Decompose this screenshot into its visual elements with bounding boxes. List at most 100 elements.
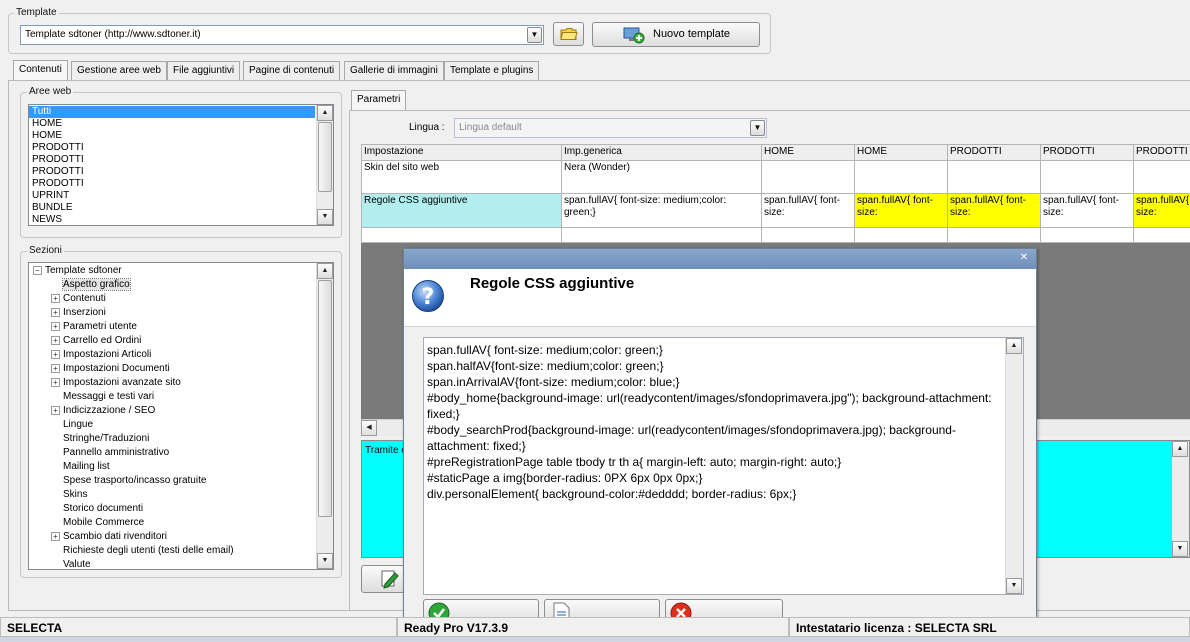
scroll-down-icon[interactable]: ▼ <box>1006 578 1022 594</box>
scroll-thumb[interactable] <box>318 280 332 517</box>
tree-item[interactable]: + Carrello ed Ordini <box>51 334 141 348</box>
scroll-thumb[interactable] <box>318 122 332 192</box>
expand-icon[interactable]: + <box>51 307 60 317</box>
edit-button[interactable] <box>361 565 405 593</box>
tab-pagine-di-contenuti[interactable]: Pagine di contenuti <box>243 61 341 80</box>
tab-file-aggiuntivi[interactable]: File aggiuntivi <box>167 61 241 80</box>
tree-root[interactable]: − Template sdtoner <box>33 264 122 278</box>
grid-cell[interactable]: span.fullAV{ font-size: <box>1133 193 1190 228</box>
column-header[interactable]: PRODOTTI <box>947 144 1041 161</box>
tree-item[interactable]: Valute <box>51 558 91 569</box>
tree-item[interactable]: + Parametri utente <box>51 320 137 334</box>
aree-web-scrollbar[interactable]: ▲ ▼ <box>316 105 333 225</box>
grid-cell[interactable]: span.fullAV{ font-size: <box>1040 193 1134 228</box>
expand-icon[interactable]: + <box>51 405 60 415</box>
scroll-down-icon[interactable]: ▼ <box>317 209 333 225</box>
grid-cell[interactable] <box>1133 160 1190 194</box>
expand-icon[interactable]: + <box>51 531 60 541</box>
tab-contenuti[interactable]: Contenuti <box>13 60 68 81</box>
column-header[interactable]: PRODOTTI <box>1040 144 1134 161</box>
collapse-icon[interactable]: − <box>33 265 42 275</box>
css-editor[interactable]: span.fullAV{ font-size: medium;color: gr… <box>423 337 1024 595</box>
tab-gallerie-di-immagini[interactable]: Gallerie di immagini <box>344 61 444 80</box>
scroll-up-icon[interactable]: ▲ <box>1006 338 1022 354</box>
column-header[interactable]: HOME <box>854 144 948 161</box>
list-item[interactable]: HOME <box>29 118 315 130</box>
tree-item[interactable]: + Impostazioni avanzate sito <box>51 376 181 390</box>
tree-item[interactable]: Stringhe/Traduzioni <box>51 432 149 446</box>
list-item[interactable]: NEWS <box>29 214 315 225</box>
tree-item[interactable]: Aspetto grafico <box>51 278 131 292</box>
sezioni-scrollbar[interactable]: ▲ ▼ <box>316 263 333 569</box>
expand-icon[interactable]: + <box>51 293 60 303</box>
tab-parametri[interactable]: Parametri <box>351 90 407 111</box>
expand-icon[interactable]: + <box>51 363 60 373</box>
tree-item[interactable]: + Contenuti <box>51 292 106 306</box>
grid-cell[interactable]: span.fullAV{ font-size: <box>761 193 855 228</box>
grid-cell[interactable] <box>761 160 855 194</box>
grid-cell[interactable]: span.fullAV{ font-size: medium;color: gr… <box>561 193 762 228</box>
list-item[interactable]: UPRINT <box>29 190 315 202</box>
tree-item[interactable]: + Inserzioni <box>51 306 106 320</box>
scroll-up-icon[interactable]: ▲ <box>317 263 333 279</box>
tree-item[interactable]: Messaggi e testi vari <box>51 390 154 404</box>
column-header[interactable]: HOME <box>761 144 855 161</box>
list-item[interactable]: Tutti <box>29 106 315 118</box>
tree-item-label: Spese trasporto/incasso gratuite <box>63 475 207 486</box>
aree-web-list[interactable]: Tutti HOME HOME PRODOTTI PRODOTTI PRODOTTI PRO… <box>28 104 334 226</box>
tree-item-label: Carrello ed Ordini <box>63 335 142 346</box>
lingua-select[interactable]: Lingua default ▼ <box>454 118 767 138</box>
template-select[interactable]: Template sdtoner (http://www.sdtoner.it)… <box>20 25 544 45</box>
tree-item[interactable]: Pannello amministrativo <box>51 446 169 460</box>
tree-item[interactable]: + Scambio dati rivenditori <box>51 530 167 544</box>
chevron-down-icon[interactable]: ▼ <box>527 27 542 43</box>
grid-cell[interactable]: Nera (Wonder) <box>561 160 762 194</box>
grid-cell[interactable]: span.fullAV{ font-size: <box>947 193 1041 228</box>
tree-item[interactable]: + Impostazioni Articoli <box>51 348 151 362</box>
close-icon[interactable]: ✕ <box>1018 252 1030 264</box>
tree-item[interactable]: Storico documenti <box>51 502 143 516</box>
grid-cell[interactable] <box>947 160 1041 194</box>
table-row[interactable]: Skin del sito web Nera (Wonder) <box>361 160 1190 194</box>
expand-icon[interactable]: + <box>51 321 60 331</box>
column-header[interactable]: PRODOTTI <box>1133 144 1190 161</box>
chevron-down-icon[interactable]: ▼ <box>750 120 765 136</box>
list-item[interactable]: BUNDLE <box>29 202 315 214</box>
grid-cell[interactable]: Skin del sito web <box>361 160 562 194</box>
grid-cell[interactable]: span.fullAV{ font-size: <box>854 193 948 228</box>
sezioni-tree[interactable]: − Template sdtoner Aspetto grafico + Conten… <box>28 262 334 570</box>
new-template-button[interactable]: Nuovo template <box>592 22 760 47</box>
scroll-up-icon[interactable]: ▲ <box>1172 441 1188 457</box>
list-item[interactable]: PRODOTTI <box>29 154 315 166</box>
list-item[interactable]: HOME <box>29 130 315 142</box>
tab-template-e-plugins[interactable]: Template e plugins <box>444 61 540 80</box>
open-folder-button[interactable] <box>553 22 584 46</box>
list-item[interactable]: PRODOTTI <box>29 166 315 178</box>
grid-cell[interactable] <box>1040 160 1134 194</box>
tree-item[interactable]: Skins <box>51 488 87 502</box>
scroll-up-icon[interactable]: ▲ <box>317 105 333 121</box>
tree-item[interactable]: Mailing list <box>51 460 110 474</box>
expand-icon[interactable]: + <box>51 349 60 359</box>
scroll-left-icon[interactable]: ◀ <box>361 420 377 436</box>
list-item[interactable]: PRODOTTI <box>29 178 315 190</box>
tree-item[interactable]: + Indicizzazione / SEO <box>51 404 155 418</box>
tree-item[interactable]: Richieste degli utenti (testi delle emai… <box>51 544 234 558</box>
expand-icon[interactable]: + <box>51 335 60 345</box>
column-header[interactable]: Impostazione <box>361 144 562 161</box>
tree-item[interactable]: + Impostazioni Documenti <box>51 362 170 376</box>
expand-icon[interactable]: + <box>51 377 60 387</box>
table-row[interactable]: Regole CSS aggiuntive span.fullAV{ font-s… <box>361 193 1190 228</box>
scroll-down-icon[interactable]: ▼ <box>317 553 333 569</box>
list-item[interactable]: PRODOTTI <box>29 142 315 154</box>
tab-gestione-aree-web[interactable]: Gestione aree web <box>71 61 167 80</box>
grid-cell[interactable] <box>854 160 948 194</box>
column-header[interactable]: Imp.generica <box>561 144 762 161</box>
scroll-down-icon[interactable]: ▼ <box>1172 541 1188 557</box>
grid-cell[interactable]: Regole CSS aggiuntive <box>361 193 562 228</box>
tree-item[interactable]: Lingue <box>51 418 93 432</box>
tree-item[interactable]: Spese trasporto/incasso gratuite <box>51 474 206 488</box>
css-editor-scrollbar[interactable]: ▲ ▼ <box>1005 338 1023 594</box>
description-scrollbar[interactable]: ▲ ▼ <box>1172 441 1189 557</box>
tree-item[interactable]: Mobile Commerce <box>51 516 144 530</box>
